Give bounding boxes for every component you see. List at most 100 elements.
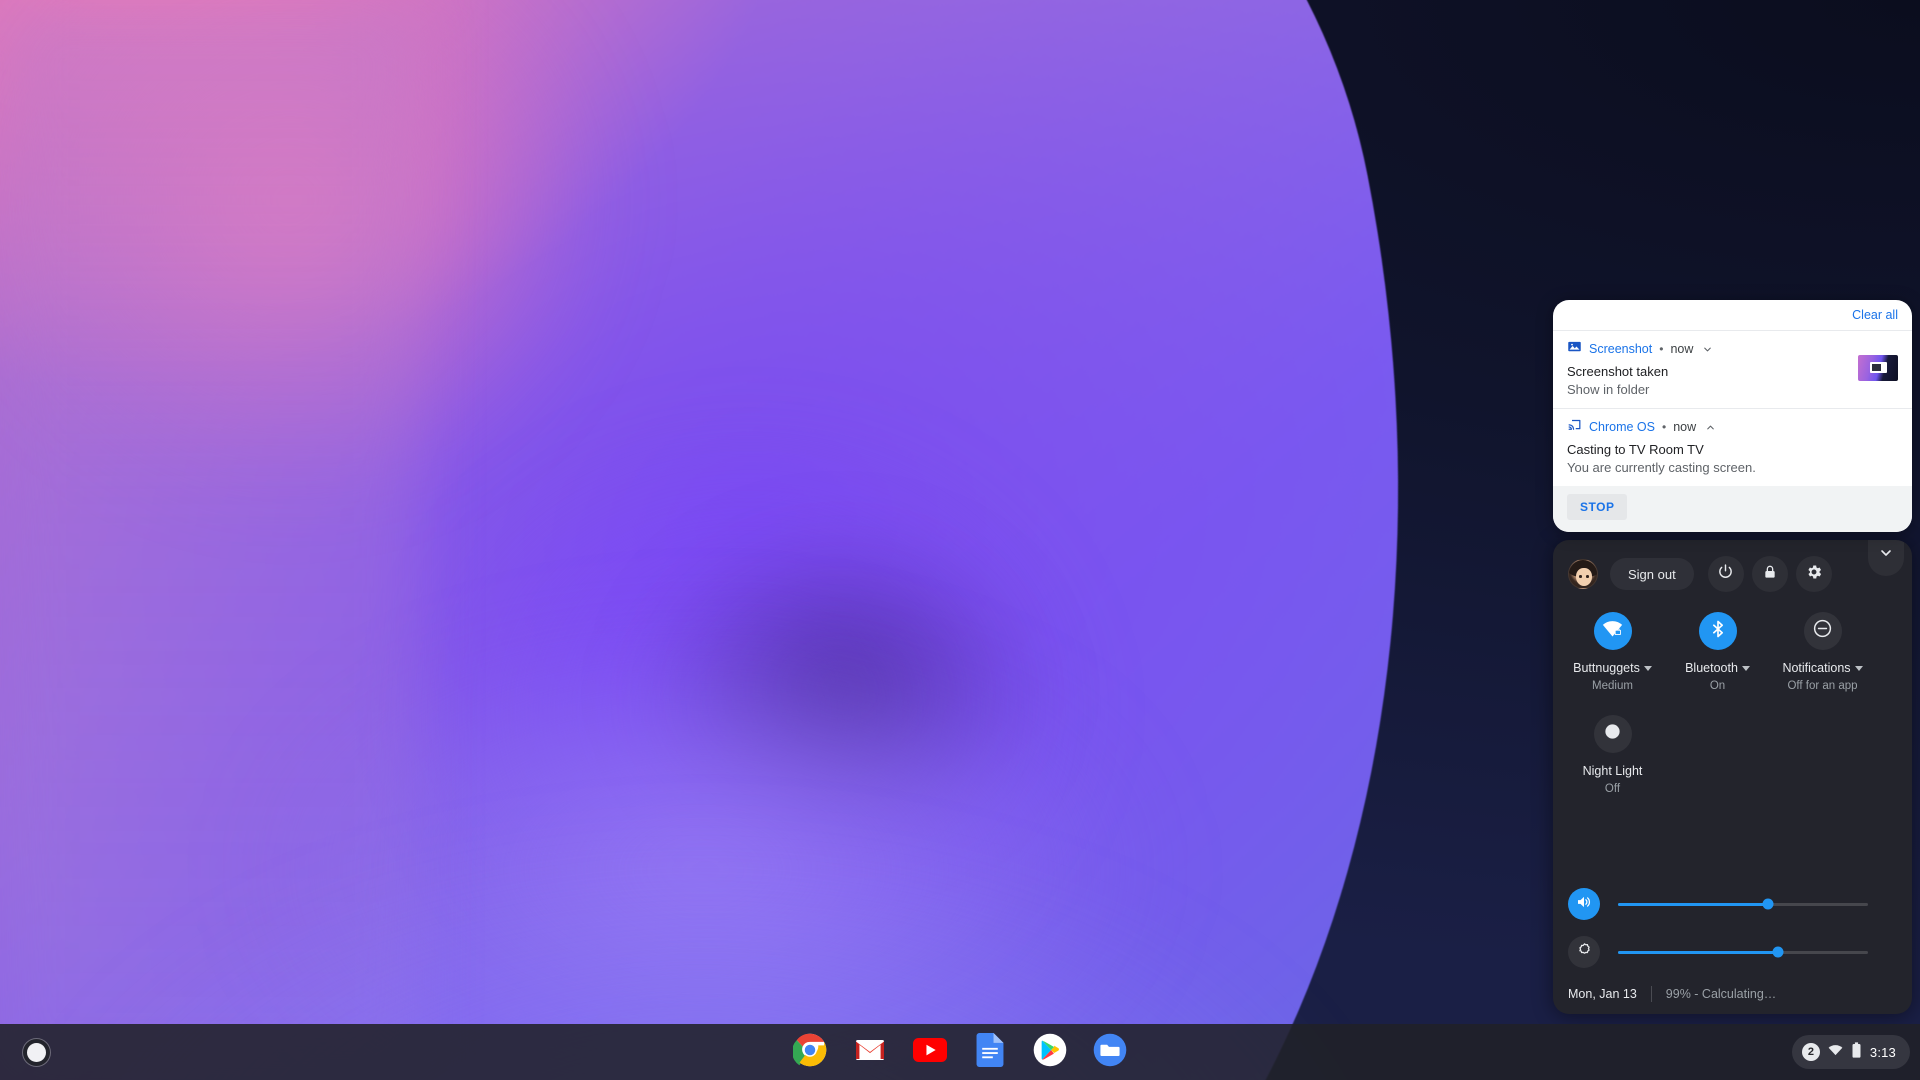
system-tray-panel[interactable]: Sign out Buttnuggets Medium Bluetooth On… (1553, 540, 1912, 1014)
shelf[interactable]: 2 3:13 (0, 1024, 1920, 1080)
night-light-tile-circle (1593, 715, 1632, 753)
bluetooth-tile-sub: On (1709, 680, 1726, 692)
avatar[interactable] (1568, 559, 1598, 589)
shelf-item-docs[interactable] (972, 1032, 1008, 1072)
tile-bluetooth[interactable]: Bluetooth On (1672, 612, 1763, 692)
notification-count-badge[interactable]: 2 (1801, 1043, 1820, 1061)
do-not-disturb-icon (1812, 618, 1833, 644)
shelf-item-gmail[interactable] (852, 1034, 888, 1070)
notification-title: Screenshot taken (1567, 364, 1669, 379)
notification-actions: STOP (1553, 486, 1912, 532)
status-tray[interactable]: 2 3:13 (1791, 1035, 1910, 1069)
power-icon (1717, 563, 1734, 585)
youtube-icon (913, 1033, 947, 1072)
volume-icon (1575, 893, 1593, 916)
desktop[interactable]: Sign out Buttnuggets Medium Bluetooth On… (0, 0, 1920, 1080)
notification-meta: Chrome OS • now (1567, 418, 1898, 436)
battery-icon[interactable] (1851, 1041, 1862, 1063)
volume-slider-thumb[interactable] (1762, 898, 1774, 910)
user-row: Sign out (1553, 540, 1912, 608)
gmail-icon (854, 1034, 886, 1071)
notification-app-name: Chrome OS (1589, 420, 1655, 434)
notifications-tile-label-row: Notifications (1782, 661, 1863, 675)
brightness-slider-thumb[interactable] (1772, 946, 1784, 958)
sliders-section (1553, 880, 1912, 976)
avatar-eye-left (1579, 575, 1582, 578)
bluetooth-tile-label-row: Bluetooth (1685, 661, 1750, 675)
notification-center[interactable]: Clear all Screenshot • now Screenshot ta… (1553, 300, 1912, 532)
notification-item[interactable]: Screenshot • now Screenshot taken Show i… (1553, 331, 1912, 408)
files-icon (1093, 1033, 1127, 1072)
notification-item[interactable]: Chrome OS • now Casting to TV Room TV Yo… (1553, 409, 1912, 486)
lock-icon (1762, 564, 1778, 585)
docs-icon (975, 1032, 1005, 1072)
tile-night-light[interactable]: Night Light Off (1567, 715, 1658, 795)
image-icon (1567, 339, 1582, 359)
shelf-item-youtube[interactable] (912, 1034, 948, 1070)
avatar-eye-right (1586, 575, 1589, 578)
clear-all-button[interactable]: Clear all (1852, 308, 1898, 322)
volume-button[interactable] (1568, 888, 1600, 920)
bluetooth-icon (1708, 619, 1728, 644)
chevron-up-icon[interactable] (1705, 422, 1716, 433)
cast-icon (1567, 417, 1582, 437)
notification-meta: Screenshot • now (1567, 340, 1898, 358)
brightness-button[interactable] (1568, 936, 1600, 968)
network-tile-label: Buttnuggets (1573, 661, 1640, 675)
network-tile-circle (1593, 612, 1632, 650)
notification-dot: • (1662, 420, 1667, 434)
lock-button[interactable] (1751, 556, 1788, 592)
tile-row-2: Night Light Off (1553, 715, 1912, 795)
collapse-panel-button[interactable] (1868, 540, 1904, 576)
chrome-icon (791, 1033, 827, 1072)
brightness-icon (1576, 941, 1593, 963)
chevron-down-icon[interactable] (1854, 665, 1863, 671)
notification-thumbnail[interactable] (1858, 355, 1898, 381)
notification-body[interactable]: Show in folder (1567, 382, 1898, 397)
shelf-item-files[interactable] (1092, 1033, 1128, 1072)
notification-header: Clear all (1553, 300, 1912, 330)
date-label[interactable]: Mon, Jan 13 (1568, 987, 1637, 1001)
sign-out-button[interactable]: Sign out (1610, 558, 1694, 590)
notification-timestamp: now (1673, 420, 1697, 434)
notification-title: Casting to TV Room TV (1567, 442, 1704, 457)
volume-slider[interactable] (1618, 898, 1868, 910)
night-light-tile-label-row: Night Light (1583, 764, 1643, 778)
notification-app-name: Screenshot (1589, 342, 1653, 356)
shelf-app-list (0, 1024, 1920, 1080)
tile-network[interactable]: Buttnuggets Medium (1567, 612, 1658, 692)
shelf-item-chrome[interactable] (791, 1033, 828, 1072)
chevron-down-icon[interactable] (1702, 344, 1713, 355)
shelf-item-play-store[interactable] (1032, 1033, 1068, 1072)
wallpaper-bottom-light (0, 680, 1560, 1080)
volume-slider-fill (1618, 902, 1768, 906)
brightness-slider-fill (1618, 950, 1778, 954)
thumbnail-inner-screen (1872, 364, 1881, 371)
notifications-tile-sub: Off for an app (1787, 680, 1858, 692)
brightness-slider[interactable] (1618, 946, 1868, 958)
status-divider (1650, 986, 1652, 1002)
brightness-slider-row (1553, 928, 1912, 976)
night-light-tile-label: Night Light (1582, 764, 1643, 778)
chevron-down-icon[interactable] (1741, 665, 1750, 671)
moon-icon (1603, 722, 1622, 746)
notification-body: You are currently casting screen. (1567, 460, 1756, 475)
wifi-icon[interactable] (1828, 1042, 1843, 1062)
clock-label[interactable]: 3:13 (1870, 1045, 1896, 1060)
panel-status-bar: Mon, Jan 13 99% - Calculating… (1553, 974, 1912, 1014)
notification-timestamp: now (1670, 342, 1694, 356)
night-light-tile-sub: Off (1604, 783, 1621, 795)
stop-casting-button[interactable]: STOP (1567, 494, 1628, 520)
chevron-down-icon[interactable] (1643, 665, 1652, 671)
notifications-tile-label: Notifications (1782, 661, 1851, 675)
volume-slider-row (1553, 880, 1912, 928)
quick-settings-tiles: Buttnuggets Medium Bluetooth On Notifica… (1553, 612, 1912, 795)
power-button[interactable] (1707, 556, 1744, 592)
battery-status-label[interactable]: 99% - Calculating… (1666, 987, 1776, 1001)
gear-icon (1805, 563, 1823, 586)
play-store-icon (1033, 1033, 1067, 1072)
network-tile-sub: Medium (1592, 680, 1633, 692)
settings-button[interactable] (1795, 556, 1832, 592)
bluetooth-tile-circle (1698, 612, 1737, 650)
tile-notifications[interactable]: Notifications Off for an app (1777, 612, 1868, 692)
